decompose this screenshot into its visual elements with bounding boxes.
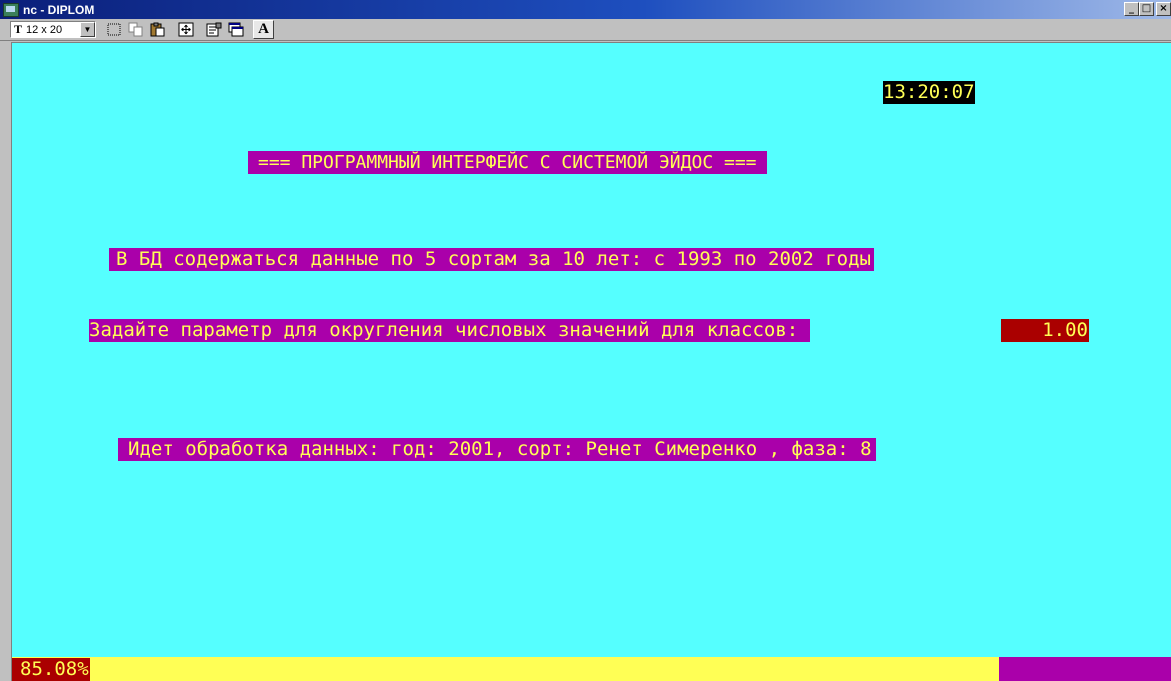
copy-button[interactable]	[125, 20, 146, 39]
console-screen[interactable]: 13:20:07 === ПРОГРАММНЫЙ ИНТЕРФЕЙС С СИС…	[11, 42, 1171, 681]
info-line: В БД содержаться данные по 5 сортам за 1…	[109, 248, 874, 271]
chevron-down-icon[interactable]: ▼	[80, 22, 96, 37]
processing-status: Идет обработка данных: год: 2001, сорт: …	[118, 438, 876, 461]
paste-icon	[150, 22, 165, 37]
truetype-icon: T	[14, 22, 23, 36]
toolbar: T 12 x 20 ▼ A	[0, 19, 1171, 41]
rounding-prompt: Задайте параметр для округления числовых…	[89, 319, 810, 342]
msdos-icon[interactable]	[3, 2, 19, 17]
fullscreen-button[interactable]	[175, 20, 196, 39]
clock: 13:20:07	[883, 81, 975, 104]
title-bar[interactable]: nc - DIPLOM _ □ ×	[0, 0, 1171, 19]
mark-button[interactable]	[103, 20, 124, 39]
copy-icon	[128, 22, 143, 37]
console-window: nc - DIPLOM _ □ × T 12 x 20 ▼ A 13:20:07…	[0, 0, 1171, 681]
close-button[interactable]: ×	[1156, 2, 1171, 16]
progress-bar: 85.08%	[12, 657, 1171, 681]
font-size-select[interactable]: T 12 x 20 ▼	[10, 21, 97, 38]
mark-icon	[107, 23, 121, 36]
window-title: nc - DIPLOM	[23, 2, 95, 17]
rounding-param-input[interactable]: 1.00	[1001, 319, 1089, 342]
fullscreen-icon	[178, 22, 194, 37]
properties-icon	[206, 22, 222, 37]
paste-button[interactable]	[147, 20, 168, 39]
progress-percent: 85.08%	[12, 658, 90, 681]
window-controls: _ □ ×	[1124, 2, 1171, 16]
properties-button[interactable]	[203, 20, 224, 39]
minimize-button[interactable]: _	[1124, 2, 1139, 16]
maximize-button[interactable]: □	[1139, 2, 1154, 16]
background-button[interactable]	[225, 20, 246, 39]
font-size-value: 12 x 20	[26, 23, 63, 36]
progress-fill	[12, 657, 999, 681]
font-button[interactable]: A	[253, 20, 275, 39]
program-banner: === ПРОГРАММНЫЙ ИНТЕРФЕЙС С СИСТЕМОЙ ЭЙД…	[248, 151, 767, 174]
background-icon	[228, 22, 244, 37]
